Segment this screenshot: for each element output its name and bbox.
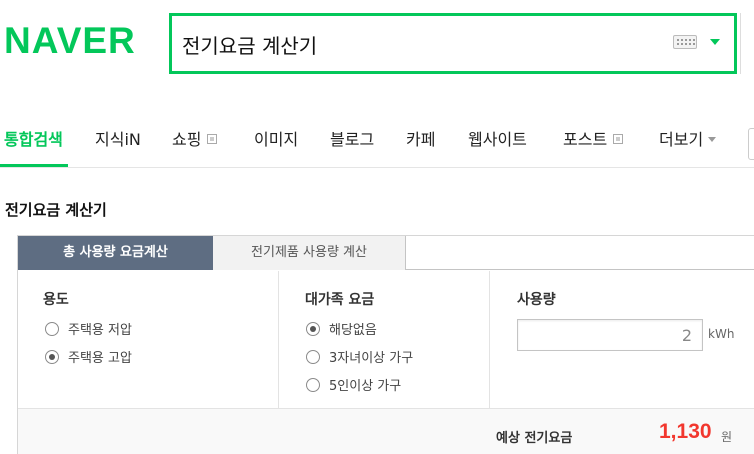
search-box[interactable]: [169, 13, 737, 74]
tab-kin[interactable]: 지식iN: [95, 126, 141, 150]
radio-button[interactable]: [306, 350, 320, 364]
family-option-none[interactable]: 해당없음: [306, 319, 377, 338]
search-tabs-nav: 통합검색 지식iN 쇼핑 이미지 블로그 카페 웹사이트 포스트 더보기: [0, 120, 754, 168]
tab-label: 카페: [406, 130, 436, 149]
tab-label: 지식iN: [95, 130, 141, 149]
calculator-tabbar: 총 사용량 요금계산 전기제품 사용량 계산: [18, 236, 754, 270]
purpose-column: 용도 주택용 저압 주택용 고압: [18, 271, 278, 408]
tab-cafe[interactable]: 카페: [406, 126, 435, 150]
usage-unit: kWh: [708, 327, 735, 341]
result-label: 예상 전기요금: [496, 431, 573, 446]
tab-integrated-search[interactable]: 통합검색: [4, 126, 63, 150]
usage-column: 사용량 kWh: [489, 271, 754, 408]
tab-shopping[interactable]: 쇼핑: [172, 126, 218, 150]
option-label: 주택용 고압: [68, 351, 132, 366]
family-heading: 대가족 요금: [305, 292, 375, 308]
search-options-button[interactable]: [748, 128, 754, 160]
tab-images[interactable]: 이미지: [254, 126, 298, 150]
usage-input[interactable]: [517, 319, 703, 351]
option-label: 주택용 저압: [68, 323, 132, 338]
section-title: 전기요금 계산기: [5, 201, 107, 219]
tab-label: 통합검색: [4, 130, 63, 149]
result-value: 1,130: [659, 420, 712, 443]
purpose-heading: 용도: [43, 292, 69, 308]
family-column: 대가족 요금 해당없음 3자녀이상 가구 5인이상 가구: [278, 271, 489, 408]
radio-button-selected[interactable]: [45, 350, 59, 364]
family-option-three-children[interactable]: 3자녀이상 가구: [306, 347, 413, 366]
result-unit: 원: [721, 430, 733, 444]
family-option-five-members[interactable]: 5인이상 가구: [306, 375, 401, 394]
tab-label: 더보기: [659, 130, 704, 149]
caret-down-icon: [708, 137, 717, 142]
radio-button[interactable]: [306, 378, 320, 392]
active-tab-underline: [0, 164, 68, 167]
usage-heading: 사용량: [517, 292, 556, 308]
option-label: 5인이상 가구: [329, 379, 402, 394]
tab-more[interactable]: 더보기: [659, 126, 717, 150]
header-side-button[interactable]: [740, 13, 754, 74]
radio-button[interactable]: [45, 322, 59, 336]
keyboard-icon[interactable]: [673, 35, 697, 49]
autocomplete-dropdown-icon[interactable]: [710, 39, 720, 45]
search-input[interactable]: [182, 28, 652, 60]
tab-post[interactable]: 포스트: [563, 126, 624, 150]
tab-label: 블로그: [330, 130, 375, 149]
tab-label: 포스트: [563, 130, 608, 149]
tab-label: 쇼핑: [172, 130, 202, 149]
tab-label: 이미지: [254, 130, 299, 149]
radio-button-selected[interactable]: [306, 322, 320, 336]
purpose-option-low-voltage[interactable]: 주택용 저압: [45, 319, 132, 338]
external-box-icon: [207, 134, 218, 144]
tab-website[interactable]: 웹사이트: [468, 126, 527, 150]
external-box-icon: [613, 134, 624, 144]
purpose-option-high-voltage[interactable]: 주택용 고압: [45, 347, 132, 366]
tab-blog[interactable]: 블로그: [330, 126, 374, 150]
option-label: 해당없음: [329, 323, 377, 338]
tab-label: 웹사이트: [468, 130, 527, 149]
tab-appliance-usage[interactable]: 전기제품 사용량 계산: [213, 236, 406, 270]
option-label: 3자녀이상 가구: [329, 351, 414, 366]
tab-total-usage[interactable]: 총 사용량 요금계산: [18, 236, 213, 270]
naver-logo[interactable]: NAVER: [4, 20, 136, 62]
electricity-calculator: 총 사용량 요금계산 전기제품 사용량 계산 용도 주택용 저압 주택용 고압 …: [17, 235, 754, 454]
result-bar: 예상 전기요금 1,130 원: [18, 408, 754, 454]
